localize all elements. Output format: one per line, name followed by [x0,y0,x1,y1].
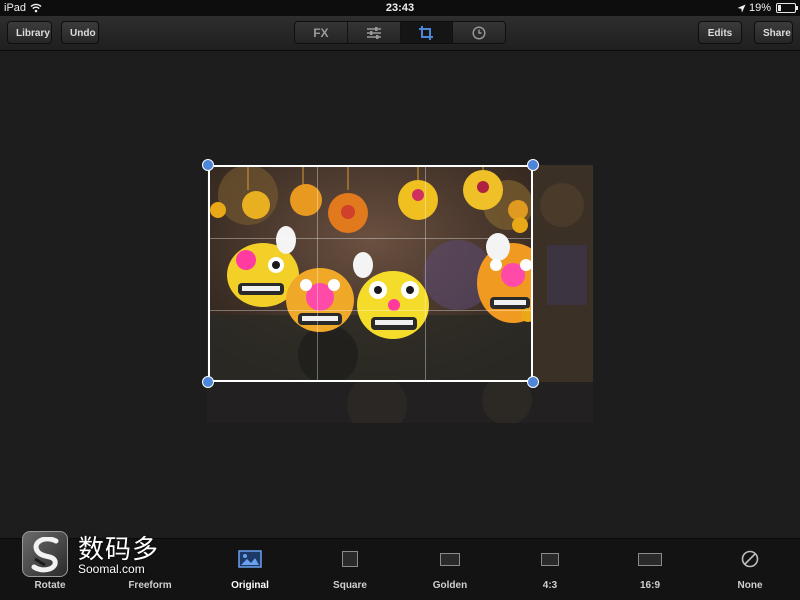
crop-handle-bottom-left[interactable] [202,376,214,388]
battery-fill [778,5,781,11]
preset-label: 16:9 [639,580,660,591]
undo-button[interactable]: Undo [61,21,99,44]
tab-history[interactable] [453,22,505,43]
status-time: 23:43 [385,2,415,14]
battery-percent: 19% [748,2,771,14]
watermark: 数码多 Soomal.com [22,531,172,579]
crop-handle-bottom-right[interactable] [527,376,539,388]
photo-editor-screen: iPad 23:43 19% Library Undo FX Edits Sha… [0,0,800,600]
soomal-logo-icon [22,531,68,577]
grid-line [425,167,426,380]
square-icon [305,547,395,571]
crop-handle-top-left[interactable] [202,159,214,171]
tab-crop[interactable] [400,22,454,43]
edits-button[interactable]: Edits [698,21,742,44]
grid-line [210,310,531,311]
preset-16-9[interactable]: 16:9 [605,547,695,597]
preset-label: Golden [432,580,468,591]
grid-line [317,167,318,380]
battery-icon [776,3,798,13]
preset-label: 4:3 [542,580,558,591]
photo-icon [205,547,295,571]
edit-mode-tabs: FX [294,21,506,44]
share-button[interactable]: Share [754,21,793,44]
tab-fx[interactable]: FX [295,22,348,43]
status-bar: iPad 23:43 19% [0,0,800,16]
preset-square[interactable]: Square [305,547,395,597]
preset-label: Rotate [34,580,66,591]
preset-none[interactable]: None [705,547,795,597]
photo-canvas [0,51,800,538]
crop-handle-top-right[interactable] [527,159,539,171]
status-right: 19% [737,0,798,16]
preset-golden[interactable]: Golden [405,547,495,597]
clock-icon [472,25,486,40]
ratio-4-3-icon [505,547,595,571]
none-icon [705,547,795,571]
crop-frame[interactable] [208,165,533,382]
preset-label: Freeform [128,580,172,591]
preset-label: Original [231,580,269,591]
fx-label: FX [313,25,329,40]
location-arrow-icon [737,4,746,12]
ratio-16-9-icon [605,547,695,571]
preset-4-3[interactable]: 4:3 [505,547,595,597]
preset-label: None [737,580,763,591]
watermark-title: 数码多 [78,535,160,565]
library-button[interactable]: Library [7,21,52,44]
golden-icon [405,547,495,571]
preset-label: Square [333,580,367,591]
crop-icon [419,25,434,40]
sliders-icon [366,26,381,39]
preset-original[interactable]: Original [205,547,295,597]
tab-adjust[interactable] [348,22,401,43]
watermark-url: Soomal.com [78,562,145,576]
grid-line [210,238,531,239]
top-toolbar: Library Undo FX Edits Share [0,16,800,51]
